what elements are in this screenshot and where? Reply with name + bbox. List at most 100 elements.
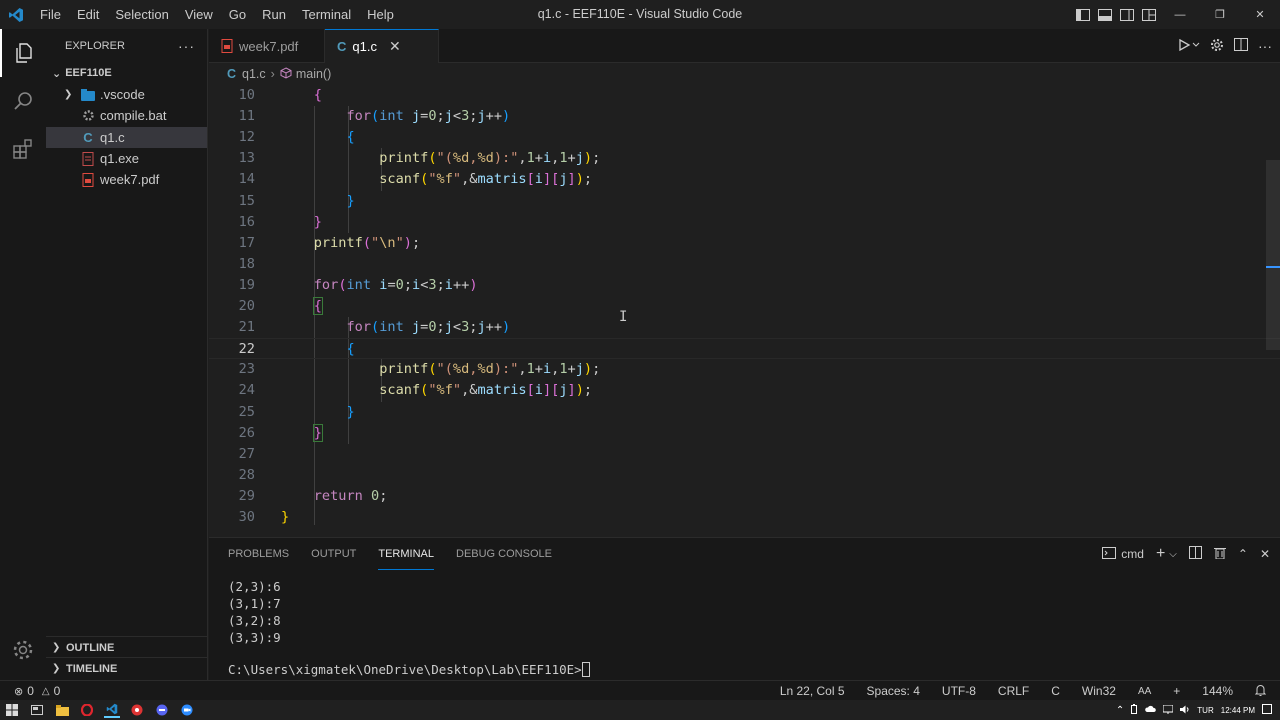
tab-terminal[interactable]: TERMINAL	[378, 538, 434, 570]
clock-time[interactable]: 12:44 PM	[1221, 706, 1255, 715]
search-icon[interactable]	[0, 77, 46, 125]
pdf-file-icon	[221, 39, 233, 53]
vscode-taskbar-icon[interactable]	[104, 702, 120, 718]
platform-config[interactable]: Win32	[1082, 684, 1116, 698]
tab-label: week7.pdf	[239, 38, 299, 54]
tab-problems[interactable]: PROBLEMS	[228, 538, 289, 570]
restore-button[interactable]: ❐	[1200, 0, 1240, 29]
terminal-prompt-line: C:\Users\xigmatek\OneDrive\Desktop\Lab\E…	[228, 661, 590, 678]
new-terminal-icon[interactable]: +	[1156, 545, 1165, 563]
close-icon[interactable]: ✕	[389, 38, 401, 55]
split-editor-icon[interactable]	[1234, 38, 1248, 54]
line-number: 12	[238, 129, 255, 146]
close-window-button[interactable]: ✕	[1240, 0, 1280, 29]
timeline-label: TIMELINE	[66, 662, 118, 675]
toggle-panel-icon[interactable]	[1094, 0, 1116, 29]
settings-gear-icon[interactable]	[1210, 38, 1224, 55]
chevron-right-icon: ❯	[52, 642, 61, 653]
menu-view[interactable]: View	[177, 0, 221, 29]
minimize-button[interactable]: —	[1160, 0, 1200, 29]
c-file-icon: C	[337, 39, 347, 54]
vscode-folder-icon	[80, 87, 96, 103]
chevron-up-icon[interactable]: ⌃	[1116, 705, 1124, 716]
menu-edit[interactable]: Edit	[69, 0, 107, 29]
explorer-icon[interactable]	[0, 29, 46, 77]
workspace-folder[interactable]: ⌄ EEF110E	[46, 62, 207, 84]
explorer-header: EXPLORER ···	[46, 29, 207, 62]
chat-app-icon[interactable]	[154, 702, 170, 718]
extensions-icon[interactable]	[0, 125, 46, 173]
more-actions-icon[interactable]: ···	[178, 38, 195, 54]
font-size-icon[interactable]: AА	[1138, 686, 1151, 697]
code-text: }	[346, 192, 355, 209]
chevron-up-icon[interactable]: ⌃	[1238, 547, 1248, 561]
tree-item-compile-bat[interactable]: compile.bat	[46, 105, 207, 126]
tree-item-vscode[interactable]: ❯ .vscode	[46, 84, 207, 105]
tree-item-q1-c[interactable]: C q1.c	[46, 126, 207, 148]
menu-help[interactable]: Help	[359, 0, 402, 29]
task-view-icon[interactable]	[29, 702, 45, 718]
windows-start-icon[interactable]	[4, 702, 20, 718]
line-number: 15	[238, 192, 255, 209]
manage-gear-icon[interactable]	[0, 626, 46, 674]
notifications-bell-icon[interactable]	[1254, 684, 1267, 699]
bottom-panel: PROBLEMS OUTPUT TERMINAL DEBUG CONSOLE c…	[209, 537, 1280, 680]
timeline-section[interactable]: ❯ TIMELINE	[46, 657, 208, 679]
code-text: {	[313, 87, 322, 103]
end-of-line[interactable]: CRLF	[998, 684, 1029, 698]
opera-browser-icon[interactable]	[79, 702, 95, 718]
code-line: 29 return 0;	[209, 486, 1280, 507]
code-line: 16 }	[209, 212, 1280, 233]
terminal-shell-selector[interactable]: cmd	[1102, 546, 1144, 562]
toggle-secondary-sidebar-icon[interactable]	[1116, 0, 1138, 29]
menu-run[interactable]: Run	[254, 0, 294, 29]
close-panel-icon[interactable]: ✕	[1260, 547, 1270, 561]
cursor-position[interactable]: Ln 22, Col 5	[780, 684, 845, 698]
zoom-level[interactable]: 144%	[1202, 684, 1233, 698]
tab-output[interactable]: OUTPUT	[311, 538, 356, 570]
problems-status[interactable]: ⊗ 0 △ 0	[14, 681, 60, 701]
recorder-app-icon[interactable]	[129, 702, 145, 718]
chevron-down-icon[interactable]: ⌵	[1169, 549, 1177, 560]
language-mode[interactable]: C	[1051, 684, 1060, 698]
battery-icon[interactable]	[1131, 704, 1138, 716]
tree-item-week7-pdf[interactable]: week7.pdf	[46, 169, 207, 190]
tab-debug-console[interactable]: DEBUG CONSOLE	[456, 538, 552, 570]
indentation[interactable]: Spaces: 4	[867, 684, 920, 698]
menu-terminal[interactable]: Terminal	[294, 0, 359, 29]
code-line: 18	[209, 254, 1280, 275]
terminal-output[interactable]: (2,3):6 (3,1):7 (3,2):8 (3,3):9 C:\Users…	[228, 578, 590, 677]
menu-file[interactable]: File	[32, 0, 69, 29]
code-line: 25 }	[209, 402, 1280, 423]
more-actions-icon[interactable]: ···	[1258, 38, 1272, 54]
panel-tabs: PROBLEMS OUTPUT TERMINAL DEBUG CONSOLE	[228, 538, 552, 570]
split-terminal-icon[interactable]	[1188, 546, 1202, 562]
trash-icon[interactable]	[1213, 546, 1226, 562]
toggle-sidebar-icon[interactable]	[1072, 0, 1094, 29]
keyboard-language[interactable]: TUR	[1197, 706, 1213, 715]
editor-scrollbar[interactable]	[1266, 160, 1280, 350]
tab-q1-c[interactable]: C q1.c ✕	[325, 29, 439, 63]
breadcrumb-file[interactable]: q1.c	[242, 67, 266, 81]
run-debug-icon[interactable]	[1178, 38, 1200, 55]
customize-layout-icon[interactable]	[1138, 0, 1160, 29]
code-editor[interactable]: 10 { 11 for(int j=0;j<3;j++) 12 { 13 pri…	[209, 85, 1280, 537]
breadcrumb-symbol[interactable]: main()	[296, 67, 331, 81]
cloud-icon[interactable]	[1144, 705, 1157, 715]
file-explorer-icon[interactable]	[54, 702, 70, 718]
show-desktop-icon[interactable]	[1262, 704, 1272, 716]
code-text: scanf("%f",&matris[i][j]);	[379, 382, 593, 399]
code-text: {	[312, 297, 323, 315]
video-meeting-icon[interactable]	[179, 702, 195, 718]
network-icon[interactable]	[1162, 704, 1174, 716]
zoom-in-icon[interactable]: +	[1173, 684, 1180, 698]
tree-item-q1-exe[interactable]: q1.exe	[46, 148, 207, 169]
encoding[interactable]: UTF-8	[942, 684, 976, 698]
tab-week7-pdf[interactable]: week7.pdf	[209, 29, 325, 63]
outline-section[interactable]: ❯ OUTLINE	[46, 636, 208, 658]
code-text: return 0;	[313, 487, 388, 504]
menu-selection[interactable]: Selection	[107, 0, 176, 29]
speaker-icon[interactable]	[1180, 705, 1190, 716]
menu-go[interactable]: Go	[221, 0, 254, 29]
terminal-line: (3,3):9	[228, 630, 281, 645]
